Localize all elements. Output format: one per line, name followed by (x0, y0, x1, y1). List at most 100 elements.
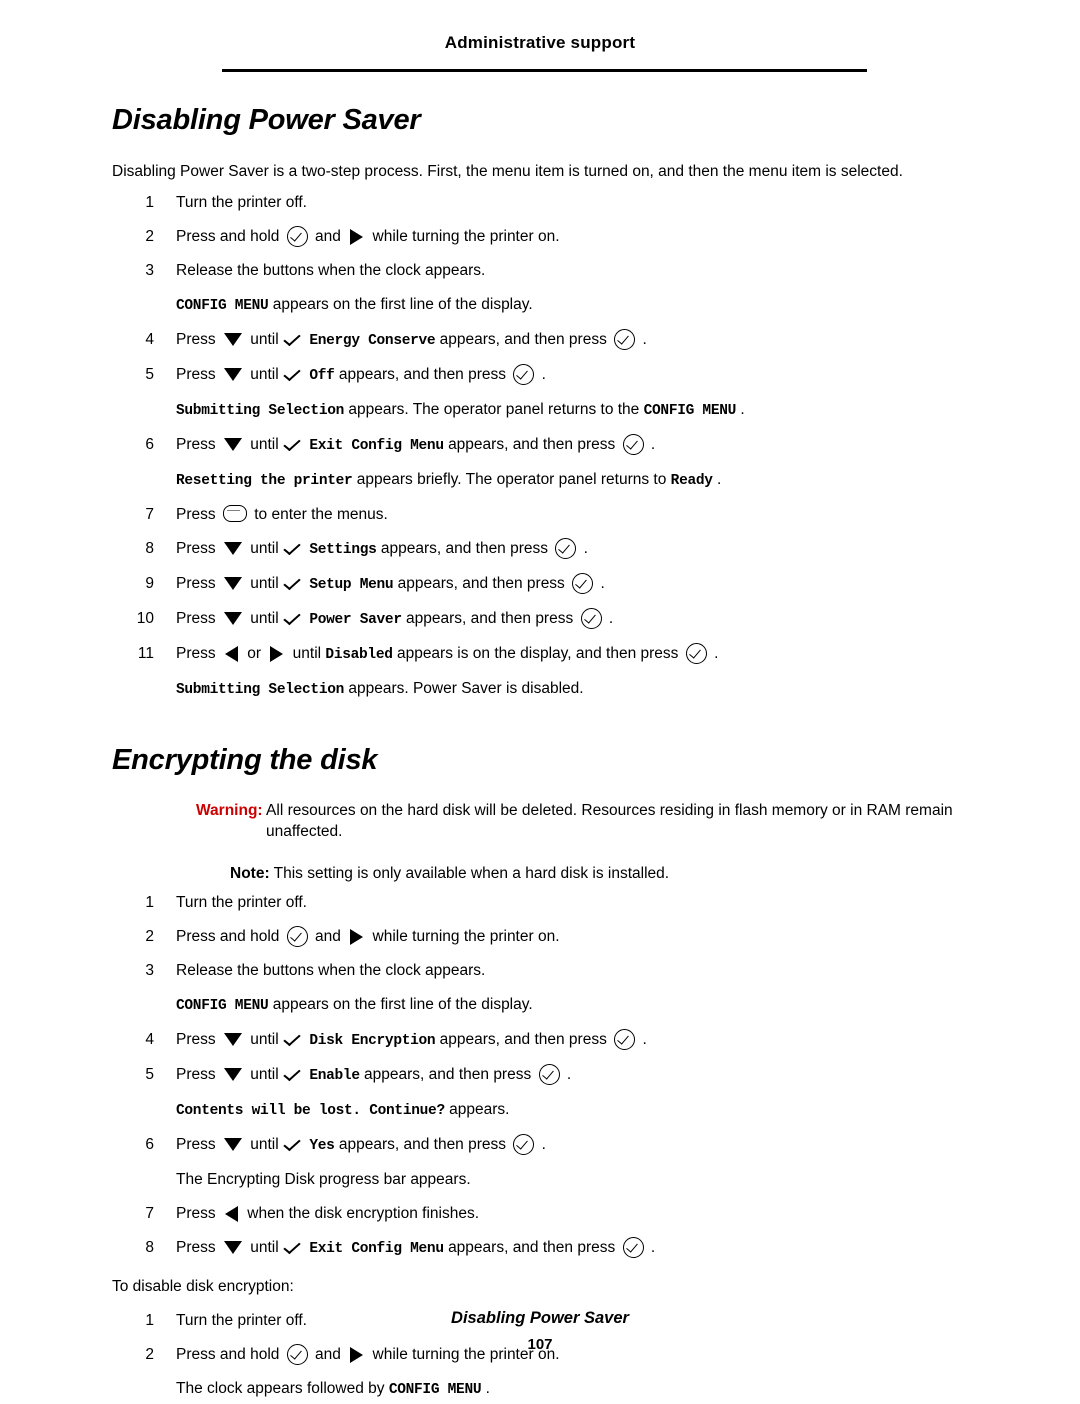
display-message-text: CONFIG MENU (176, 297, 269, 314)
step-note: Submitting Selection appears. Power Save… (0, 675, 1080, 704)
step-item: 6 Press until Exit Config Menu appears, a… (0, 431, 1080, 460)
warning-text: All resources on the hard disk will be d… (266, 801, 953, 819)
step-number: 8 (145, 1238, 154, 1256)
step-text: Press (176, 539, 216, 557)
step-text: appears on the first line of the display… (272, 295, 533, 313)
step-text: . (566, 1065, 572, 1083)
select-button-icon (622, 1237, 644, 1259)
step-item: 5 Press until Enable appears, and then pr… (0, 1061, 1080, 1090)
step-text: until (250, 1030, 279, 1048)
step-item: 11 Press or until Disabled appears is on … (0, 640, 1080, 669)
step-number: 1 (145, 893, 154, 911)
step-item: 7 Press to enter the menus. (0, 501, 1080, 529)
step-text: when the disk encryption finishes. (247, 1204, 480, 1222)
step-text: while turning the printer on. (372, 227, 560, 245)
display-message-text: Ready (670, 472, 713, 489)
page-footer: Disabling Power Saver 107 (0, 1309, 1080, 1353)
step-text: . (650, 1238, 656, 1256)
step-text: . (541, 365, 546, 383)
step-number: 5 (145, 365, 154, 383)
checkmark-icon (285, 365, 301, 383)
display-message-text: Enable (309, 1067, 360, 1084)
step-item: 10 Press until Power Saver appears, and t… (0, 605, 1080, 634)
warning-label: Warning: (196, 801, 263, 819)
step-item: 1 Turn the printer off. (0, 889, 1080, 917)
step-text: appears is on the display, and then pres… (396, 644, 679, 662)
step-text: appears, and then press (380, 539, 549, 557)
step-text: . (642, 1030, 647, 1048)
step-number: 5 (145, 1065, 154, 1083)
step-text: until (250, 330, 279, 348)
left-arrow-icon (224, 645, 238, 662)
step-text: Press (176, 609, 216, 627)
step-note: Contents will be lost. Continue? appears… (0, 1096, 1080, 1125)
menu-button-icon (222, 504, 247, 522)
step-item: 6 Press until Yes appears, and then press… (0, 1131, 1080, 1160)
display-message-text: CONFIG MENU (643, 402, 737, 419)
down-arrow-icon (223, 332, 242, 346)
down-arrow-icon (223, 367, 242, 381)
display-message-text: Submitting Selection (176, 681, 345, 698)
step-text: The Encrypting Disk progress bar appears… (176, 1170, 471, 1188)
step-item: 2 Press and hold and while turning the pr… (0, 223, 1080, 251)
step-text: appears. Power Saver is disabled. (348, 679, 584, 697)
step-text: Turn the printer off. (176, 193, 307, 211)
down-arrow-icon (223, 1240, 242, 1254)
right-arrow-icon (350, 928, 364, 945)
display-message-text: Resetting the printer (176, 472, 353, 489)
checkmark-icon (285, 330, 301, 348)
step-item: 1 Turn the printer off. (0, 189, 1080, 217)
step-number: 4 (145, 330, 154, 348)
down-arrow-icon (223, 1032, 242, 1046)
step-text: until (250, 1065, 279, 1083)
down-arrow-icon (223, 1137, 242, 1151)
step-text: Press (176, 644, 216, 662)
step-text: or (247, 644, 262, 662)
step-text: appears, and then press (397, 574, 565, 592)
step-text: until (250, 539, 279, 557)
section-heading-disabling-power-saver: Disabling Power Saver (112, 104, 421, 136)
step-item: 5 Press until Off appears, and then press… (0, 361, 1080, 390)
step-text: appears, and then press (364, 1065, 532, 1083)
step-item: 8 Press until Exit Config Menu appears, a… (0, 1234, 1080, 1263)
step-item: 8 Press until Settings appears, and then … (0, 535, 1080, 564)
step-number: 3 (145, 961, 154, 979)
step-text: Press (176, 1238, 216, 1256)
select-button-icon (580, 608, 602, 630)
step-number: 7 (145, 505, 154, 523)
page-header-title: Administrative support (444, 33, 636, 52)
step-text: until (250, 435, 279, 453)
checkmark-icon (285, 435, 301, 453)
step-note: The Encrypting Disk progress bar appears… (0, 1166, 1080, 1194)
step-text: Release the buttons when the clock appea… (176, 261, 486, 279)
step-text: Release the buttons when the clock appea… (176, 961, 486, 979)
footer-title: Disabling Power Saver (451, 1309, 629, 1327)
checkmark-icon (285, 1238, 301, 1256)
step-text: until (250, 1135, 279, 1153)
display-message-text: Submitting Selection (176, 402, 345, 419)
checkmark-icon (285, 1030, 301, 1048)
note-text: This setting is only available when a ha… (273, 864, 670, 882)
display-message-text: Setup Menu (309, 576, 394, 593)
step-text: Press (176, 505, 216, 523)
step-text: Press (176, 365, 216, 383)
step-text: appears briefly. The operator panel retu… (356, 470, 667, 488)
down-arrow-icon (223, 541, 242, 555)
step-text: . (583, 539, 588, 557)
select-button-icon (538, 1064, 560, 1086)
step-number: 2 (145, 927, 154, 945)
step-text: . (541, 1135, 546, 1153)
step-number: 3 (145, 261, 154, 279)
step-text: and (315, 227, 341, 245)
step-text: until (292, 644, 322, 662)
checkmark-icon (285, 609, 301, 627)
step-number: 10 (136, 609, 154, 627)
step-text: appears. The operator panel returns to t… (348, 400, 640, 418)
step-item: 4 Press until Energy Conserve appears, an… (0, 326, 1080, 355)
step-number: 7 (145, 1204, 154, 1222)
step-text: until (250, 1238, 279, 1256)
step-text: appears, and then press (406, 609, 574, 627)
step-text: Turn the printer off. (176, 893, 307, 911)
display-message-text: Power Saver (309, 611, 402, 628)
display-message-text: Off (309, 367, 335, 384)
